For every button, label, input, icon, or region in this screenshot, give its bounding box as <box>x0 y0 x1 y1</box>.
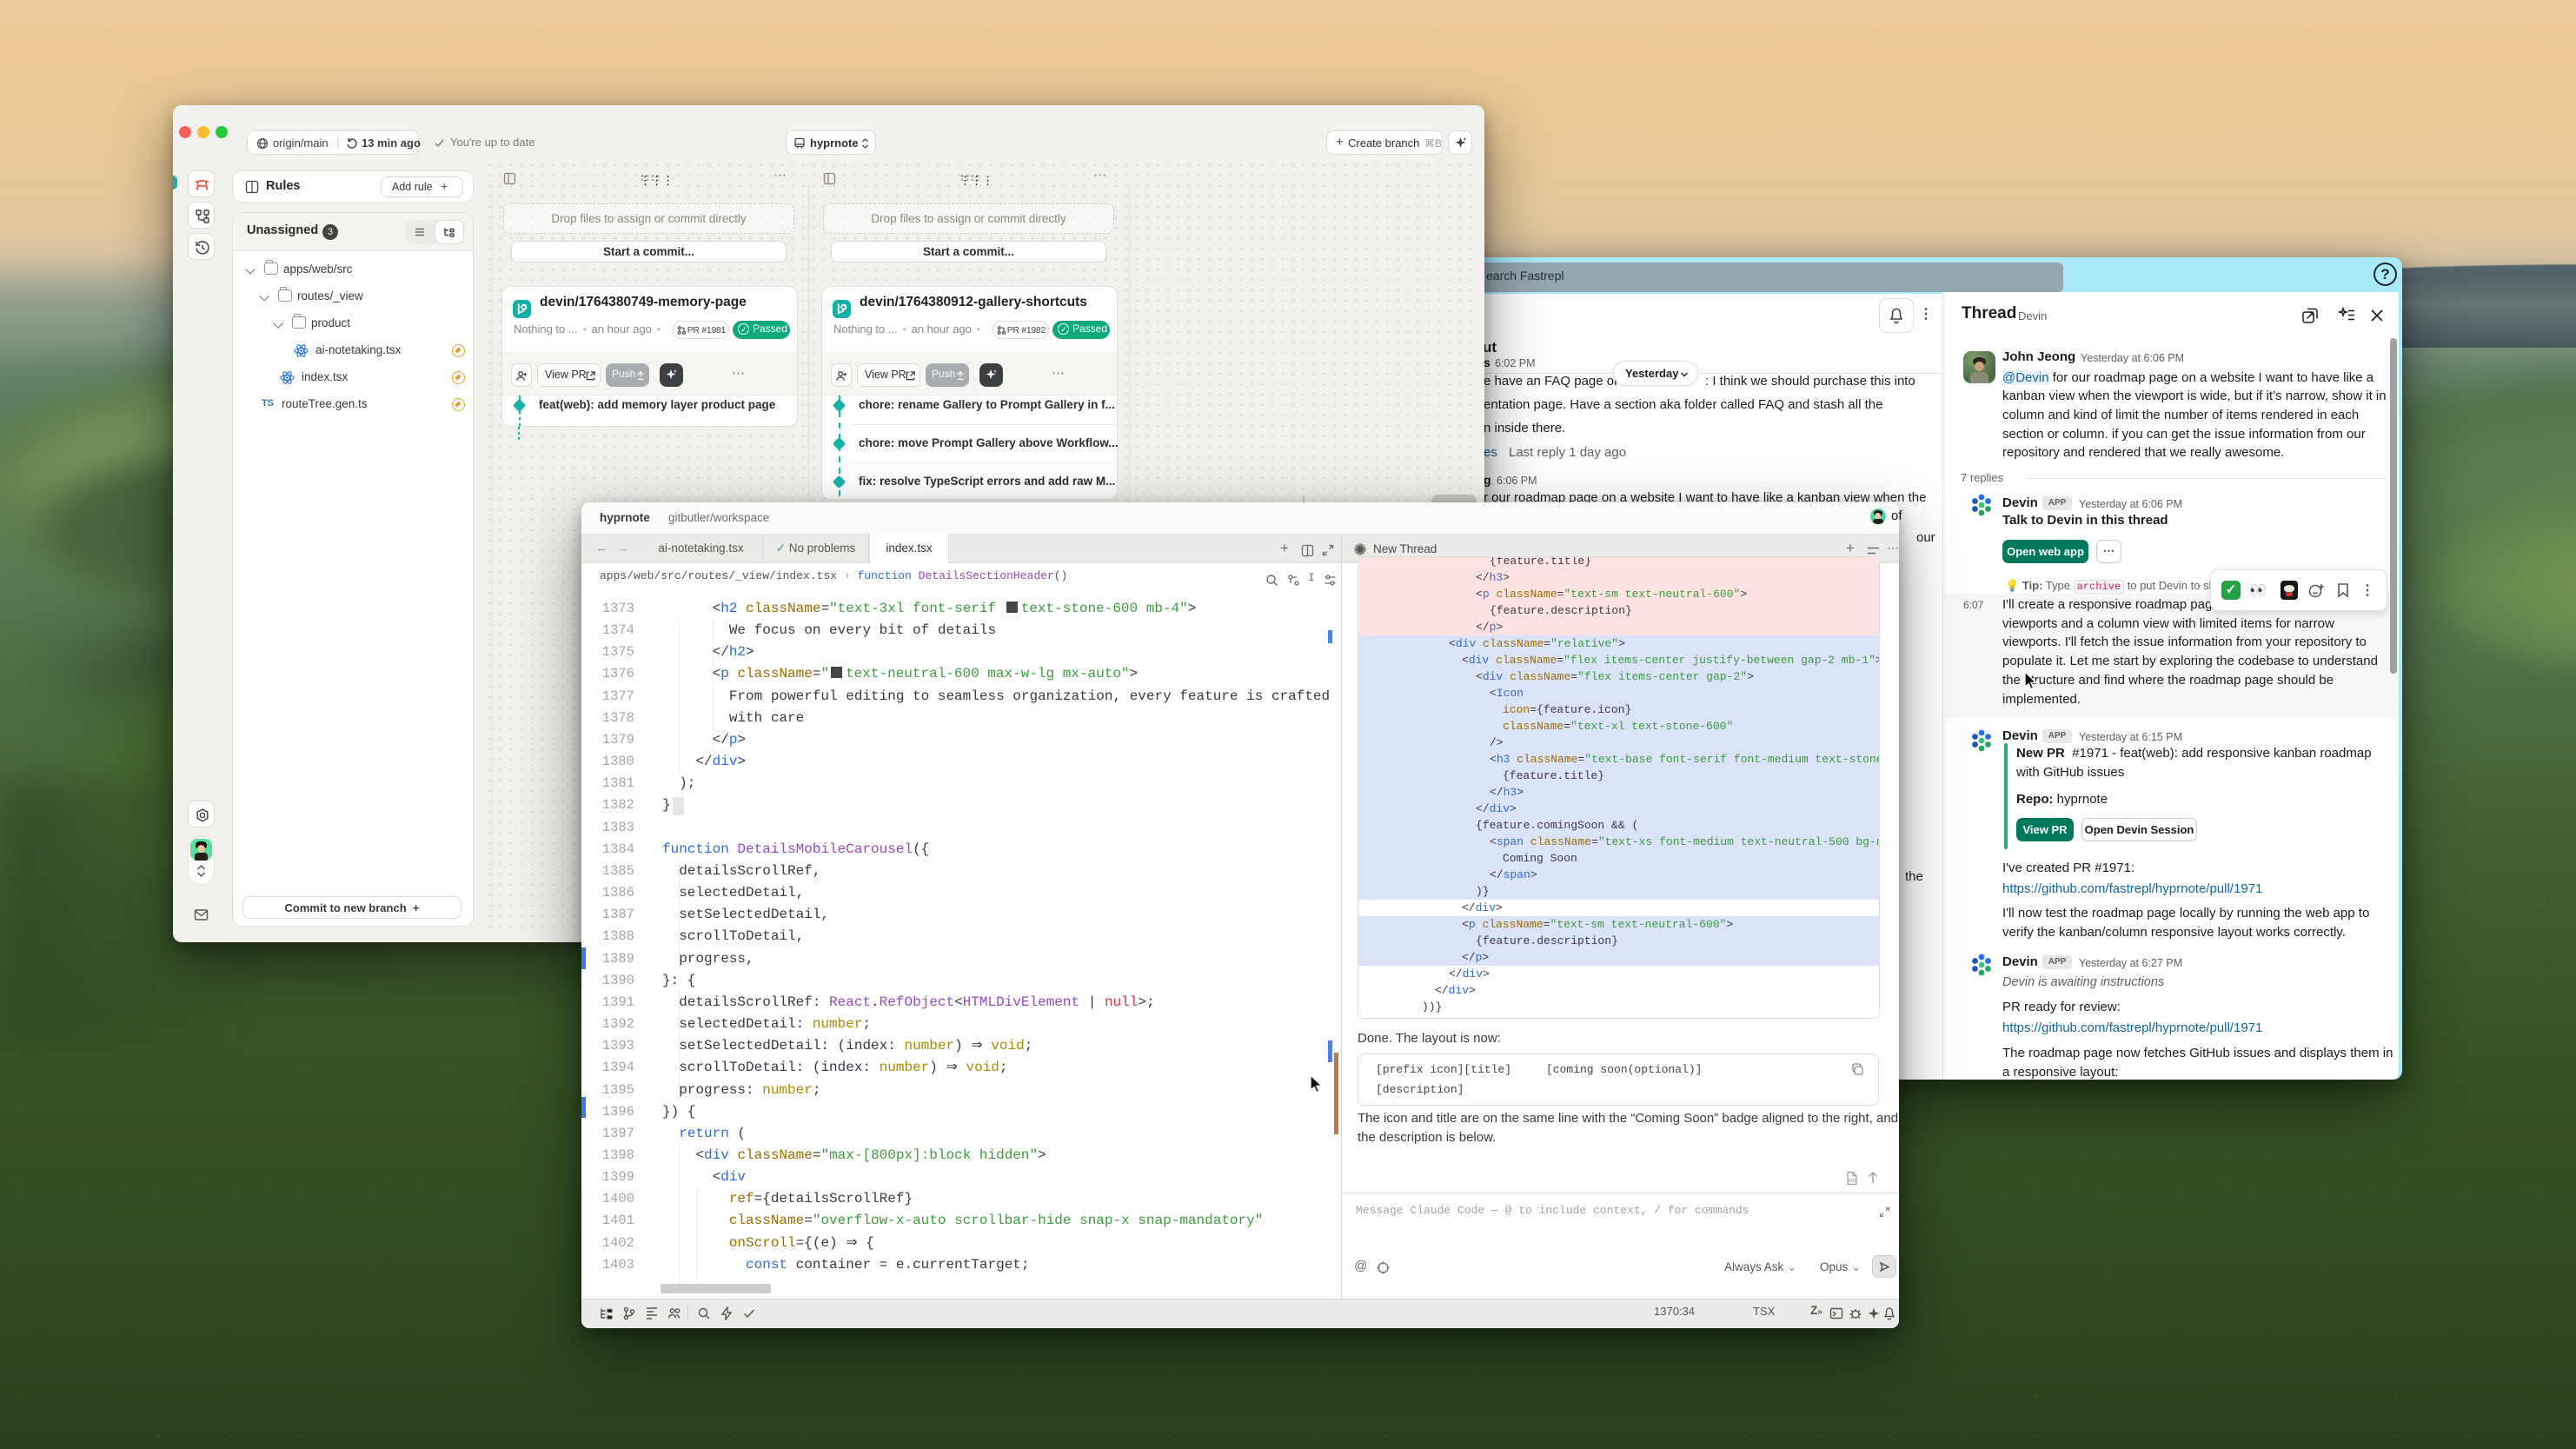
svg-text:MD: MD <box>1849 1179 1856 1184</box>
